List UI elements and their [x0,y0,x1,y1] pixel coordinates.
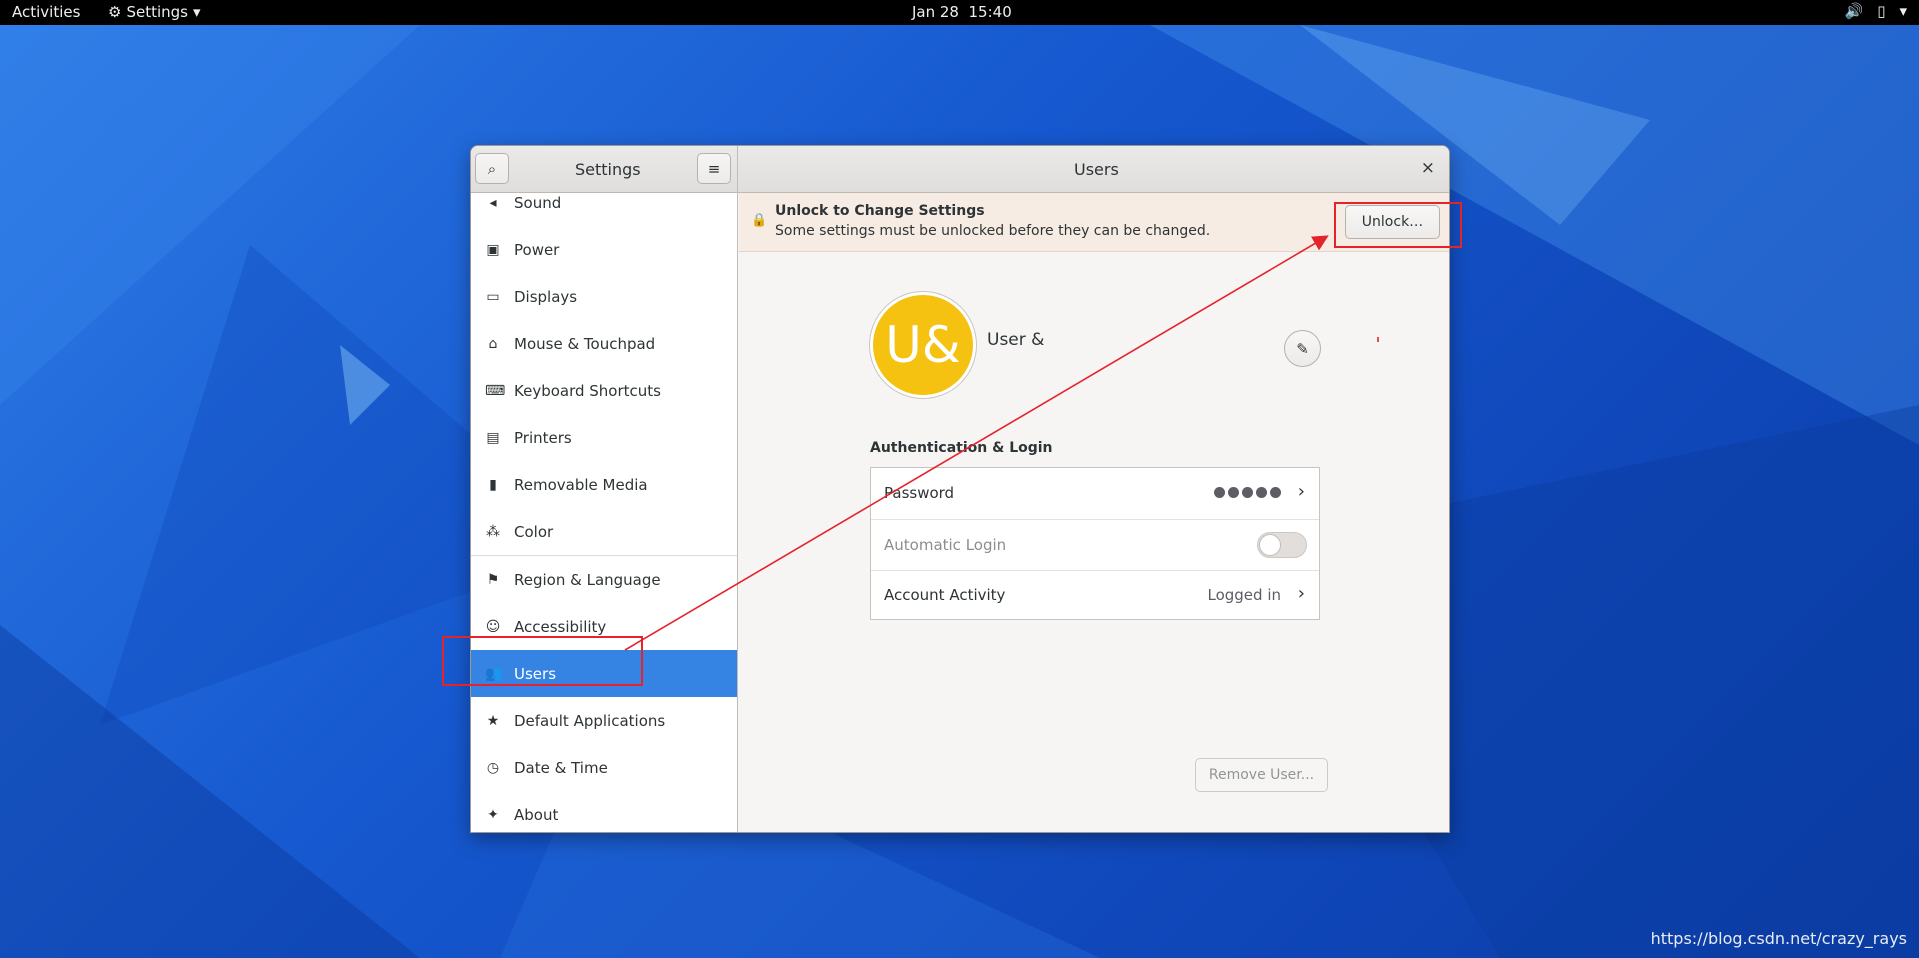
annotation-arrow [624,235,1379,651]
watermark: https://blog.csdn.net/crazy_rays [1650,929,1907,948]
